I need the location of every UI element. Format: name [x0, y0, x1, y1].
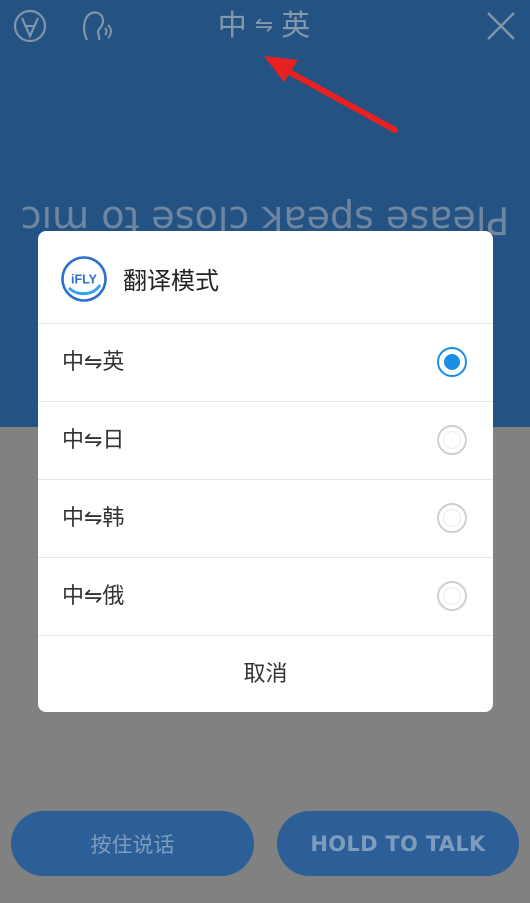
radio-unselected[interactable] — [437, 581, 467, 611]
lang-left: 中 — [217, 8, 249, 42]
option-label: 中⇋日 — [62, 428, 125, 453]
radio-dot — [444, 354, 460, 370]
radio-ring — [443, 509, 461, 527]
hold-to-talk-english-button[interactable]: HOLD TO TALK — [277, 811, 519, 876]
radio-ring — [443, 587, 461, 605]
dialog-header: iFLY 翻译模式 — [38, 231, 493, 324]
dialog-title: 翻译模式 — [123, 267, 219, 295]
close-icon[interactable] — [482, 7, 520, 45]
lang-right: 英 — [281, 8, 313, 42]
radio-unselected[interactable] — [437, 503, 467, 533]
option-zh-ko[interactable]: 中⇋韩 — [38, 480, 493, 558]
ifly-logo: iFLY — [61, 256, 107, 302]
option-zh-ja[interactable]: 中⇋日 — [38, 402, 493, 480]
svg-text:iFLY: iFLY — [71, 273, 98, 287]
annotation-arrow — [264, 56, 398, 133]
radio-ring — [443, 431, 461, 449]
translation-mode-dialog: iFLY 翻译模式 中⇋英 中⇋日 中⇋韩 中⇋俄 取消 — [38, 231, 493, 712]
option-zh-en[interactable]: 中⇋英 — [38, 324, 493, 402]
language-pair-title[interactable]: 中 ⇋ 英 — [0, 2, 530, 44]
option-label: 中⇋英 — [62, 350, 125, 375]
radio-unselected[interactable] — [437, 425, 467, 455]
option-label: 中⇋韩 — [62, 506, 125, 531]
swap-icon: ⇋ — [254, 13, 276, 38]
option-label: 中⇋俄 — [62, 584, 125, 609]
cancel-button[interactable]: 取消 — [38, 636, 493, 712]
option-zh-ru[interactable]: 中⇋俄 — [38, 558, 493, 636]
radio-selected[interactable] — [437, 347, 467, 377]
hold-to-talk-chinese-button[interactable]: 按住说话 — [11, 811, 254, 876]
